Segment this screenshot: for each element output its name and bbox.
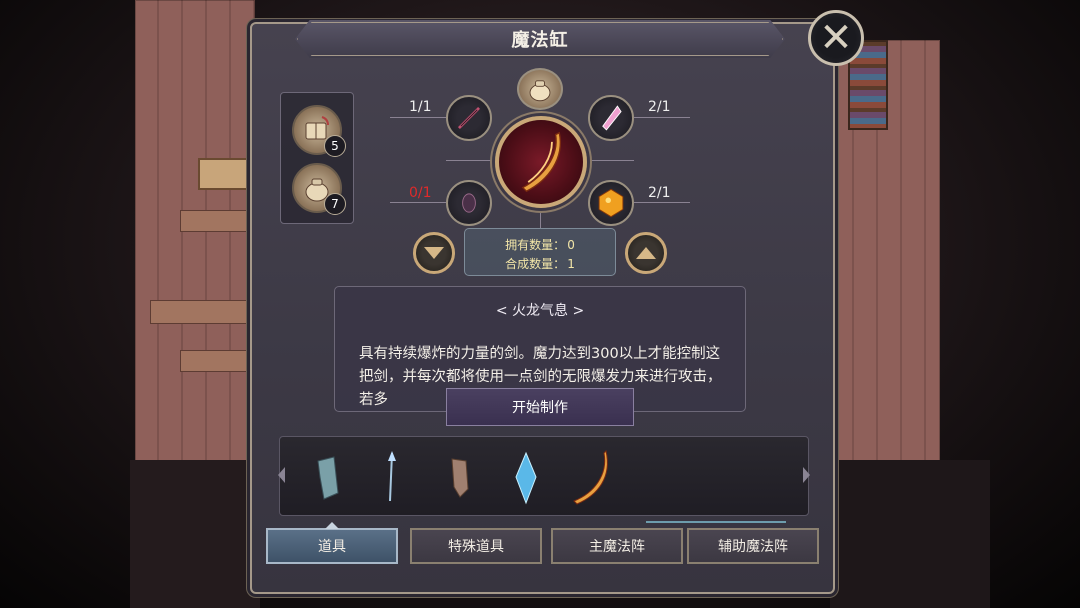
tab-items[interactable]: 道具 xyxy=(266,522,398,564)
quantity-info: 拥有数量： 0 合成数量： 1 xyxy=(464,228,616,276)
floor-right xyxy=(830,460,990,608)
ingredient-ratio-bottom-right: 2/1 xyxy=(648,185,671,201)
connector-line xyxy=(446,160,492,161)
craft-count-value: 1 xyxy=(567,257,575,271)
dark-blade-icon xyxy=(457,106,481,130)
material-inventory: 5 7 xyxy=(280,92,354,224)
floor-left xyxy=(130,460,260,608)
ingredient-ratio-bottom-left: 0/1 xyxy=(409,185,432,201)
item-strip xyxy=(278,436,810,516)
item-count: 7 xyxy=(324,193,346,215)
ingredient-ratio-top-left: 1/1 xyxy=(409,99,432,115)
panel-title: 魔法缸 xyxy=(511,30,569,51)
connector-line xyxy=(634,117,690,118)
strip-item[interactable] xyxy=(564,447,620,507)
chevron-up-icon xyxy=(636,247,656,259)
connector-line xyxy=(540,210,541,228)
connector-line xyxy=(590,160,634,161)
ingredient-slot-bottom-left[interactable] xyxy=(446,180,492,226)
ice-wand-icon xyxy=(388,451,396,502)
owned-count-value: 0 xyxy=(567,238,575,252)
desk xyxy=(198,158,256,190)
tab-main-magic-circle[interactable]: 主魔法阵 xyxy=(551,528,683,564)
tab-label: 特殊道具 xyxy=(448,539,504,555)
ingredient-ratio-top-right: 2/1 xyxy=(648,99,671,115)
result-slot xyxy=(495,116,587,208)
strip-item[interactable] xyxy=(364,447,420,507)
strip-item[interactable] xyxy=(300,447,356,507)
flame-sword-icon xyxy=(573,450,608,505)
chevron-left-icon[interactable] xyxy=(278,467,285,483)
tab-label: 主魔法阵 xyxy=(589,539,645,555)
decrease-quantity-button[interactable] xyxy=(413,232,455,274)
rock-fragment-icon xyxy=(451,458,469,498)
fire-ore-icon xyxy=(598,188,624,218)
start-crafting-button[interactable]: 开始制作 xyxy=(446,388,634,426)
strip-item[interactable] xyxy=(432,447,488,507)
chevron-right-icon[interactable] xyxy=(803,467,810,483)
owned-count-row: 拥有数量： 0 xyxy=(465,236,615,255)
craft-count-row: 合成数量： 1 xyxy=(465,255,615,274)
connector-line xyxy=(390,117,446,118)
ingredient-slot-top[interactable] xyxy=(517,68,563,110)
increase-quantity-button[interactable] xyxy=(625,232,667,274)
title-bar: 魔法缸 xyxy=(295,20,785,58)
item-count: 5 xyxy=(324,135,346,157)
craft-count-label: 合成数量： xyxy=(505,257,566,271)
tab-special-items[interactable]: 特殊道具 xyxy=(410,528,542,564)
close-button[interactable]: ✕ xyxy=(808,10,864,66)
strip-scrollbar[interactable] xyxy=(646,521,786,523)
ingredient-slot-bottom-right[interactable] xyxy=(588,180,634,226)
tab-support-magic-circle[interactable]: 辅助魔法阵 xyxy=(687,528,819,564)
item-name: < 火龙气息 > xyxy=(495,303,585,319)
active-tab-indicator xyxy=(325,522,339,529)
blue-crystal-icon xyxy=(515,451,537,505)
flame-sword-icon xyxy=(521,131,561,193)
wooden-stair xyxy=(180,350,260,372)
pouch-icon xyxy=(529,80,551,102)
brick-wall-left xyxy=(135,0,255,470)
connector-line xyxy=(390,202,446,203)
tab-label: 道具 xyxy=(318,539,346,555)
close-icon: ✕ xyxy=(819,15,853,61)
ingredient-slot-top-left[interactable] xyxy=(446,95,492,141)
dark-gem-icon xyxy=(462,193,476,213)
ingredient-slot-top-right[interactable] xyxy=(588,95,634,141)
owned-count-label: 拥有数量： xyxy=(505,238,566,252)
inventory-slot[interactable]: 5 xyxy=(292,105,346,157)
inventory-slot[interactable]: 7 xyxy=(292,163,346,215)
connector-line xyxy=(634,202,690,203)
wooden-ledge xyxy=(180,210,250,232)
stone-shard-icon xyxy=(317,456,339,500)
chevron-down-icon xyxy=(424,247,444,259)
tab-label: 辅助魔法阵 xyxy=(718,539,788,555)
strip-item[interactable] xyxy=(498,447,554,507)
crystal-shard-icon xyxy=(602,105,622,131)
wooden-stair xyxy=(150,300,250,324)
